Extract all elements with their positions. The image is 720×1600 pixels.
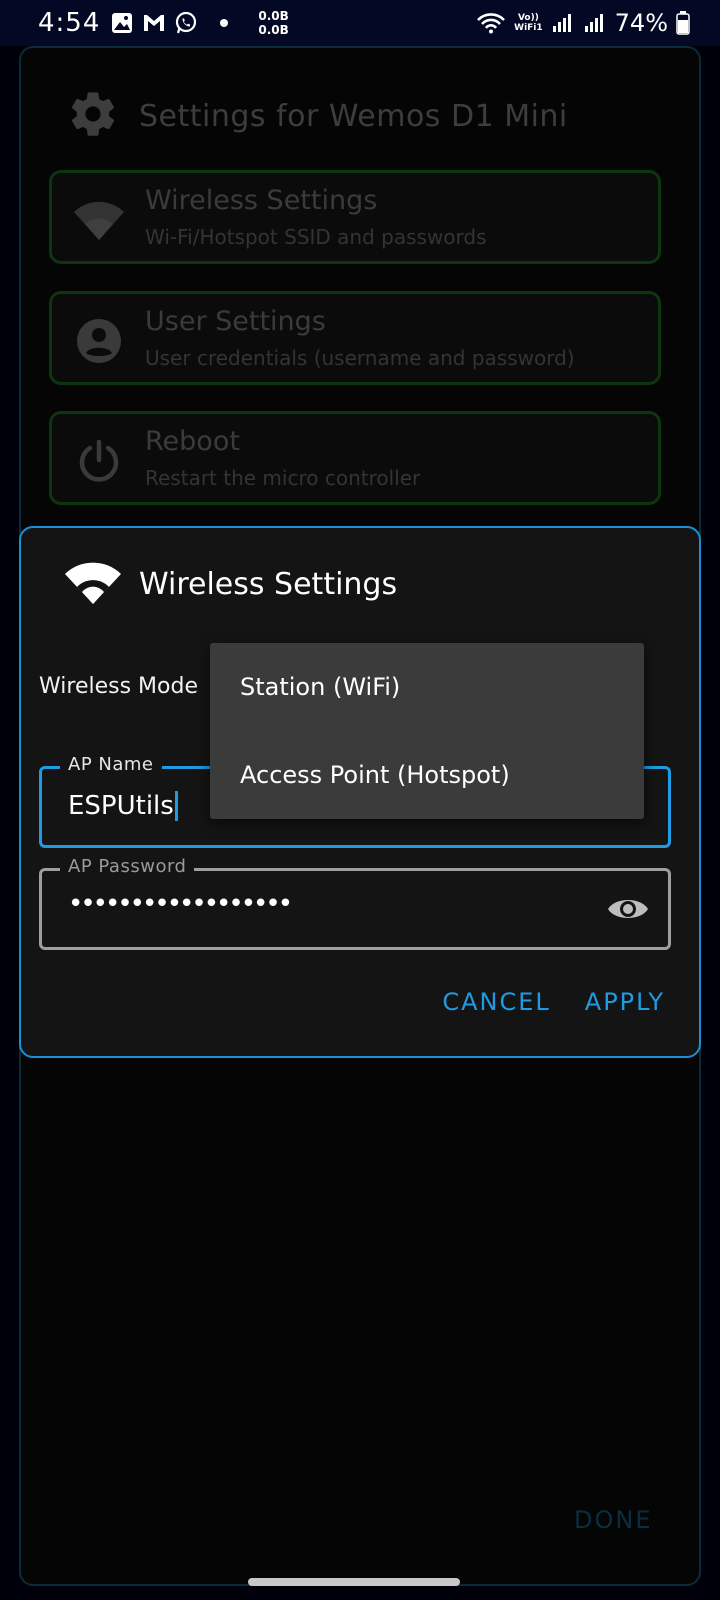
show-password-eye-icon[interactable]: [606, 891, 650, 927]
menu-item-reboot[interactable]: Reboot Restart the micro controller: [49, 411, 661, 505]
ap-password-field[interactable]: AP Password ••••••••••••••••••: [39, 856, 671, 950]
page-header: Settings for Wemos D1 Mini: [67, 88, 568, 144]
status-bar: 4:54 0.0B 0.0B Vo)) WiFi1 74%: [0, 0, 720, 46]
option-access-point[interactable]: Access Point (Hotspot): [240, 745, 630, 805]
page-title: Settings for Wemos D1 Mini: [139, 98, 568, 134]
gear-icon: [67, 88, 119, 144]
battery-icon: [676, 11, 690, 35]
system-icons: Vo)) WiFi1 74%: [476, 9, 690, 37]
net-up-text: 0.0B: [258, 9, 289, 23]
more-notifications-dot: [220, 19, 229, 27]
dialog-actions: CANCEL APPLY: [442, 988, 665, 1016]
ap-name-input[interactable]: ESPUtils: [68, 791, 178, 821]
notification-icons: [110, 11, 229, 35]
home-gesture-bar[interactable]: [248, 1578, 460, 1586]
status-time: 4:54: [38, 8, 101, 38]
option-station[interactable]: Station (WiFi): [240, 657, 630, 717]
wireless-mode-label: Wireless Mode: [39, 674, 198, 699]
cell-signal-2-icon: [583, 11, 607, 35]
menu-item-subtitle: Wi-Fi/Hotspot SSID and passwords: [145, 225, 487, 249]
ap-password-input[interactable]: ••••••••••••••••••: [68, 889, 293, 919]
volte-bottom-text: WiFi1: [514, 23, 543, 33]
whatsapp-icon: [174, 11, 198, 35]
ap-name-label: AP Name: [60, 754, 162, 775]
apply-button[interactable]: APPLY: [585, 988, 665, 1016]
wifi-icon: [63, 558, 123, 610]
ap-name-value: ESPUtils: [68, 791, 174, 821]
wifi-signal-icon: [476, 11, 506, 35]
gallery-icon: [110, 11, 134, 35]
wireless-mode-dropdown: Station (WiFi) Access Point (Hotspot): [210, 643, 644, 819]
cell-signal-icon: [551, 11, 575, 35]
menu-item-subtitle: User credentials (username and password): [145, 346, 575, 370]
volte-top-text: Vo)): [517, 13, 539, 23]
wifi-icon: [72, 193, 126, 247]
net-down-text: 0.0B: [258, 23, 289, 37]
network-speed: 0.0B 0.0B: [258, 9, 288, 37]
gmail-icon: [142, 11, 166, 35]
menu-item-user-settings[interactable]: User Settings User credentials (username…: [49, 291, 661, 385]
menu-item-title: User Settings: [145, 306, 326, 337]
text-caret: [174, 791, 178, 821]
menu-item-subtitle: Restart the micro controller: [145, 466, 421, 490]
menu-item-title: Reboot: [145, 426, 240, 457]
account-icon: [72, 314, 126, 368]
done-button[interactable]: DONE: [574, 1506, 653, 1534]
power-icon: [72, 434, 126, 488]
battery-percent: 74%: [614, 9, 668, 37]
volte-indicator: Vo)) WiFi1: [514, 13, 543, 33]
dialog-title: Wireless Settings: [139, 566, 398, 602]
menu-item-wireless-settings[interactable]: Wireless Settings Wi-Fi/Hotspot SSID and…: [49, 170, 661, 264]
dialog-header: Wireless Settings: [63, 558, 397, 610]
cancel-button[interactable]: CANCEL: [442, 988, 550, 1016]
menu-item-title: Wireless Settings: [145, 185, 378, 216]
ap-password-label: AP Password: [60, 856, 195, 877]
